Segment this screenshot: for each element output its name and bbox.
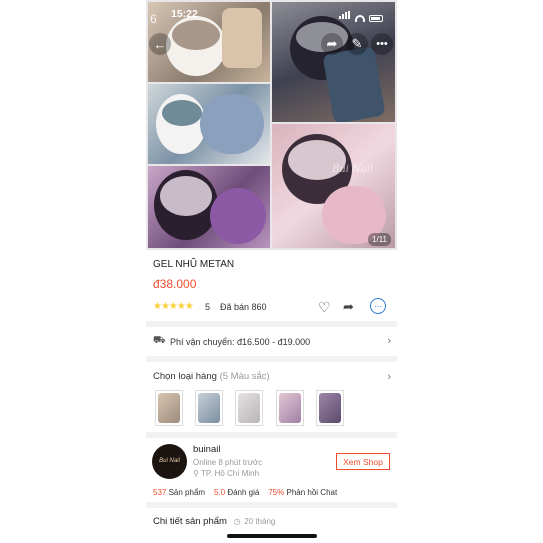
- sold-count: Đã bán 860: [220, 302, 267, 312]
- gallery-image-5[interactable]: [148, 166, 270, 248]
- shipping-fee-label: Phí vận chuyển: đ16.500 - đ19.000: [170, 337, 311, 347]
- chevron-right-icon: ›: [387, 371, 391, 383]
- variant-thumb[interactable]: [316, 390, 344, 426]
- chat-response-label: Phản hồi Chat: [286, 488, 338, 497]
- location-pin-icon: ⚲: [193, 469, 199, 478]
- product-price: đ38.000: [153, 277, 197, 291]
- variant-thumb[interactable]: [195, 390, 223, 426]
- star-rating-icon: ★★★★★: [153, 301, 194, 312]
- shop-avatar[interactable]: Bui Nail: [152, 444, 187, 479]
- shop-name[interactable]: buinail: [193, 444, 220, 455]
- variant-thumbnails: [155, 390, 385, 426]
- chat-icon[interactable]: ⋯: [370, 298, 386, 314]
- products-label: Sản phẩm: [168, 488, 206, 497]
- wifi-icon: [355, 15, 365, 22]
- battery-icon: [369, 15, 383, 22]
- shop-online-status: Online 8 phút trước: [193, 458, 263, 467]
- signal-icon: [339, 10, 351, 22]
- divider: [146, 321, 397, 327]
- rating-count: 5.0: [213, 488, 226, 497]
- product-details-header[interactable]: Chi tiết sản phẩm ◷ 20 tháng: [153, 516, 275, 527]
- shipping-fee-row[interactable]: ⛟ Phí vận chuyển: đ16.500 - đ19.000 ›: [153, 335, 391, 349]
- heart-icon[interactable]: ♡: [318, 299, 331, 316]
- truck-icon: ⛟: [153, 335, 166, 346]
- shop-stats: 537 Sản phẩm 5.0 Đánh giá 75% Phản hồi C…: [153, 488, 337, 497]
- clock-icon: ◷: [233, 517, 241, 526]
- rating-value: 5: [205, 302, 211, 312]
- variant-thumb[interactable]: [155, 390, 183, 426]
- gallery-image-3[interactable]: [148, 84, 270, 164]
- details-title: Chi tiết sản phẩm: [153, 516, 227, 527]
- share-arrow-icon[interactable]: ➦: [343, 299, 354, 315]
- share-icon[interactable]: ➦: [321, 33, 343, 55]
- phone-screen: 6 Bui Nail 15:22 ← ➦ ✎ ••• 1/11 GEL NHŨ …: [146, 0, 397, 543]
- variant-thumb[interactable]: [276, 390, 304, 426]
- variant-count: (5 Màu sắc): [219, 371, 270, 382]
- back-icon[interactable]: ←: [149, 33, 171, 55]
- image-counter: 1/11: [368, 233, 391, 246]
- shop-location: ⚲ TP. Hồ Chí Minh: [193, 469, 259, 478]
- rating-row: ★★★★★ 5 Đã bán 860 ♡ ➦ ⋯: [153, 298, 391, 316]
- edit-icon[interactable]: ✎: [346, 33, 368, 55]
- gallery-image-4[interactable]: Bui Nail: [272, 124, 395, 248]
- status-icons: [339, 10, 383, 22]
- divider: [146, 356, 397, 362]
- shop-location-text: TP. Hồ Chí Minh: [200, 469, 260, 478]
- more-icon[interactable]: •••: [371, 33, 393, 55]
- rating-label: Đánh giá: [227, 488, 260, 497]
- variant-title: Chọn loại hàng: [153, 371, 217, 382]
- chat-response: 75%: [268, 488, 285, 497]
- status-time: 15:22: [171, 8, 198, 20]
- watermark-logo: Bui Nail: [332, 164, 374, 175]
- variant-thumb[interactable]: [235, 390, 263, 426]
- divider: [146, 432, 397, 438]
- home-indicator: [227, 534, 317, 538]
- view-shop-button[interactable]: Xem Shop: [336, 453, 390, 470]
- divider: [146, 502, 397, 508]
- products-count: 537: [153, 488, 167, 497]
- product-title: GEL NHŨ METAN: [153, 259, 235, 270]
- chevron-right-icon: ›: [387, 335, 391, 347]
- status-bar: 15:22: [146, 4, 397, 22]
- variant-selector-row[interactable]: Chọn loại hàng (5 Màu sắc) ›: [153, 371, 391, 385]
- details-subtitle: 20 tháng: [244, 517, 276, 526]
